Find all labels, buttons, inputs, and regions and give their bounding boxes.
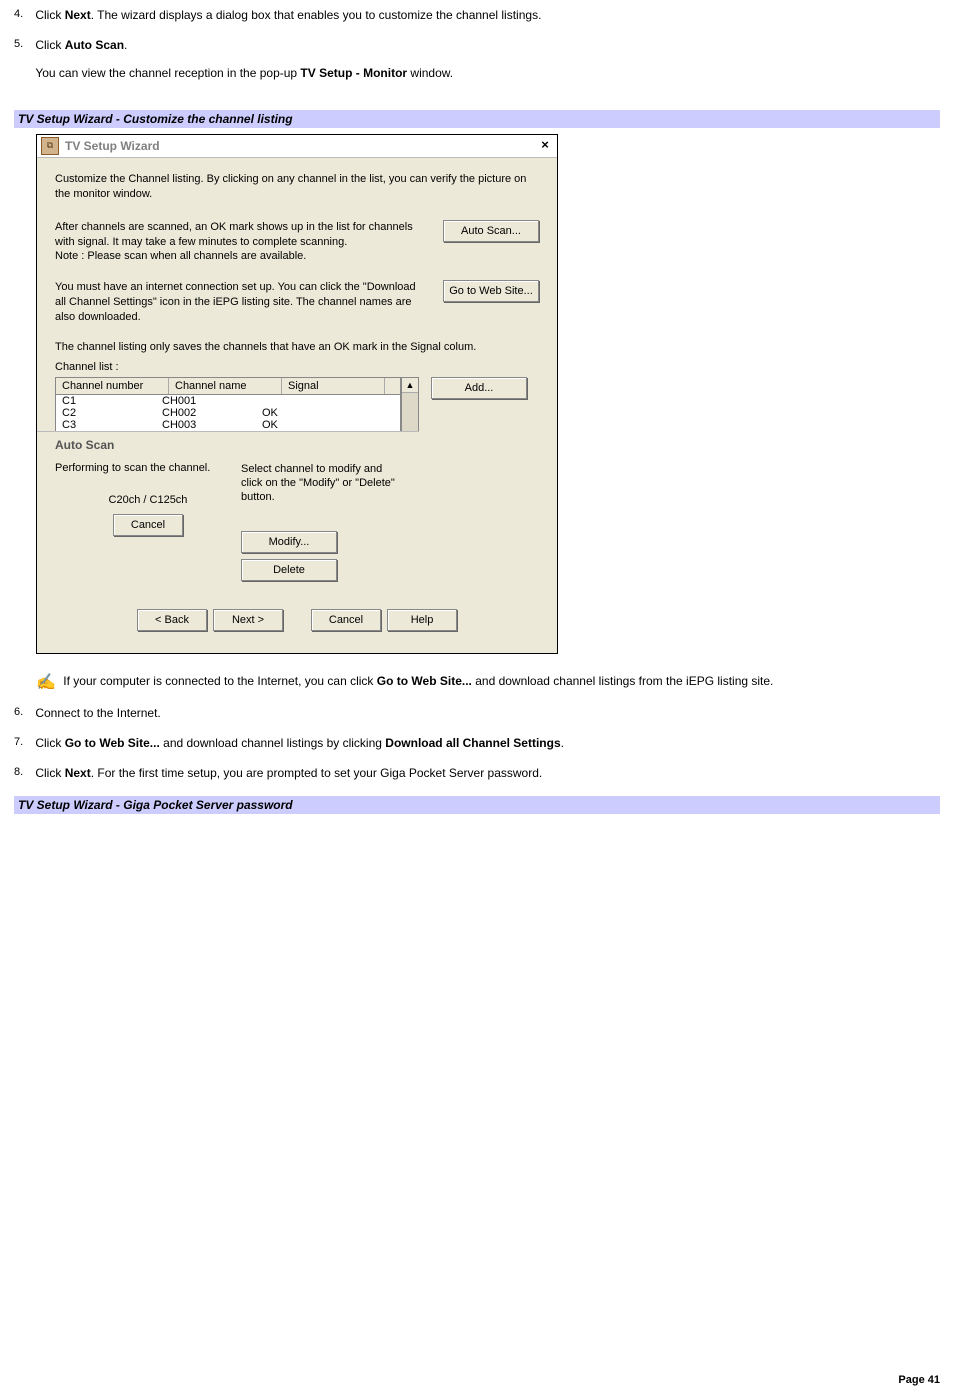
help-button[interactable]: Help xyxy=(387,609,457,631)
web-description: You must have an internet connection set… xyxy=(55,280,443,325)
step-number: 4. xyxy=(14,8,32,20)
step-text: Connect to the Internet. xyxy=(35,706,925,720)
auto-scan-status: Performing to scan the channel. xyxy=(55,462,241,474)
step-text: Click Auto Scan. You can view the channe… xyxy=(35,38,925,94)
auto-scan-panel: Auto Scan Performing to scan the channel… xyxy=(37,431,419,599)
auto-scan-button[interactable]: Auto Scan... xyxy=(443,220,539,242)
step-number: 6. xyxy=(14,706,32,718)
delete-button[interactable]: Delete xyxy=(241,559,337,581)
title-bar: ⧉ TV Setup Wizard × xyxy=(37,135,557,158)
page-number: Page 41 xyxy=(14,1374,940,1386)
col-channel-number[interactable]: Channel number xyxy=(56,378,169,394)
go-to-web-site-button[interactable]: Go to Web Site... xyxy=(443,280,539,302)
autoscan-description: After channels are scanned, an OK mark s… xyxy=(55,220,443,265)
col-channel-name[interactable]: Channel name xyxy=(169,378,282,394)
auto-scan-title: Auto Scan xyxy=(55,438,401,452)
section-heading: TV Setup Wizard - Customize the channel … xyxy=(14,110,940,128)
save-note: The channel listing only saves the chann… xyxy=(55,341,539,353)
auto-scan-progress: C20ch / C125ch xyxy=(55,494,241,506)
auto-scan-cancel-button[interactable]: Cancel xyxy=(113,514,183,536)
channel-list[interactable]: C1 CH001 C2 CH002 OK C3 CH003 OK xyxy=(55,395,401,431)
step-text: Click Next. For the first time setup, yo… xyxy=(35,766,925,780)
app-icon: ⧉ xyxy=(41,137,59,155)
scroll-up-icon[interactable]: ▲ xyxy=(402,378,418,393)
table-row: C3 CH003 OK xyxy=(56,419,400,431)
add-button[interactable]: Add... xyxy=(431,377,527,399)
back-button[interactable]: < Back xyxy=(137,609,207,631)
cancel-button[interactable]: Cancel xyxy=(311,609,381,631)
table-row: C1 CH001 xyxy=(56,395,400,407)
step-text: Click Go to Web Site... and download cha… xyxy=(35,736,925,750)
table-row: C2 CH002 OK xyxy=(56,407,400,419)
channel-list-label: Channel list : xyxy=(55,361,539,373)
note: ✍ If your computer is connected to the I… xyxy=(36,672,940,692)
step-number: 7. xyxy=(14,736,32,748)
section-heading: TV Setup Wizard - Giga Pocket Server pas… xyxy=(14,796,940,814)
modify-delete-hint: Select channel to modify and click on th… xyxy=(241,462,401,505)
next-button[interactable]: Next > xyxy=(213,609,283,631)
modify-button[interactable]: Modify... xyxy=(241,531,337,553)
tv-setup-wizard-dialog: ⧉ TV Setup Wizard × Customize the Channe… xyxy=(36,134,558,654)
dialog-description: Customize the Channel listing. By clicki… xyxy=(55,172,539,202)
step-number: 5. xyxy=(14,38,32,50)
dialog-title: TV Setup Wizard xyxy=(65,139,537,153)
step-text: Click Next. The wizard displays a dialog… xyxy=(35,8,925,22)
close-icon[interactable]: × xyxy=(537,139,553,153)
channel-list-header: Channel number Channel name Signal xyxy=(55,377,401,395)
step-number: 8. xyxy=(14,766,32,778)
wizard-footer: < Back Next > Cancel Help xyxy=(55,599,539,643)
col-signal[interactable]: Signal xyxy=(282,378,385,394)
note-icon: ✍ xyxy=(36,674,56,691)
